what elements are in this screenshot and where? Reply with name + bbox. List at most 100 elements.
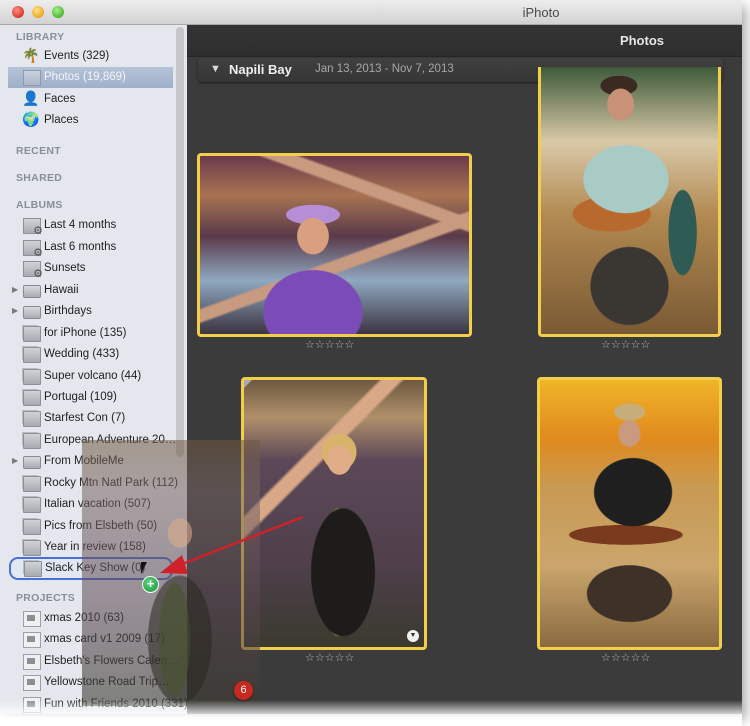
sidebar-item-label: Last 4 months (44, 219, 117, 231)
album-icon (23, 519, 41, 535)
photo-thumbnail[interactable] (538, 67, 721, 337)
sidebar-item-label: Portugal (109) (44, 391, 117, 403)
sidebar-item-label: European Adventure 20… (44, 434, 177, 446)
sidebar-item-starfest-con[interactable]: Starfest Con (7) (8, 408, 173, 429)
sidebar-item-label: Places (44, 114, 79, 126)
drag-count-badge: 6 (234, 681, 253, 700)
star-rating[interactable]: ☆☆☆☆☆ (601, 338, 650, 351)
sidebar-item-label: Wedding (433) (44, 348, 120, 360)
sidebar-item-sunsets[interactable]: Sunsets (8, 258, 173, 280)
sidebar-item-label: Slack Key Show (0) (45, 562, 146, 574)
palm-tree-icon: 🌴 (22, 47, 40, 63)
copy-plus-icon: + (142, 576, 159, 593)
bottom-fade (0, 700, 742, 726)
album-icon (23, 476, 41, 492)
smart-album-icon (23, 240, 43, 259)
sidebar-item-label: Super volcano (44) (44, 370, 142, 382)
sidebar-item-portugal[interactable]: Portugal (109) (8, 387, 173, 408)
sidebar-item-european-adventure[interactable]: European Adventure 20… (8, 430, 177, 451)
iphoto-window: iPhoto LIBRARY 🌴 Events (329) Photos (19… (0, 0, 742, 714)
section-projects: PROJECTS (16, 592, 75, 604)
album-icon (23, 369, 41, 385)
star-rating[interactable]: ☆☆☆☆☆ (305, 338, 354, 351)
sidebar-item-last-4-months[interactable]: Last 4 months (8, 215, 173, 237)
sidebar-item-label: Last 6 months (44, 241, 117, 253)
sidebar-item-year-in-review[interactable]: Year in review (158) (8, 537, 173, 558)
photo-thumbnail[interactable] (537, 377, 722, 650)
sidebar-item-elsbeths-flowers[interactable]: Elsbeth's Flowers Calen… (8, 651, 179, 672)
sidebar-item-label: From MobileMe (44, 455, 124, 467)
sidebar-item-label: Events (329) (44, 50, 110, 62)
sidebar-item-xmas-card-v1-2009[interactable]: xmas card v1 2009 (17) (8, 629, 173, 650)
smart-album-icon (23, 218, 43, 237)
star-rating[interactable]: ☆☆☆☆☆ (305, 651, 354, 664)
event-date-range: Jan 13, 2013 - Nov 7, 2013 (315, 63, 454, 75)
sidebar-item-label: Photos (19,869) (44, 71, 126, 83)
sidebar-item-from-mobileme[interactable]: ▶ From MobileMe (8, 451, 173, 472)
album-icon (24, 561, 42, 577)
photo-browser: Photos ▼ Napili Bay Jan 13, 2013 - Nov 7… (187, 25, 742, 714)
disclosure-triangle-icon[interactable]: ▶ (12, 456, 18, 465)
folder-icon (23, 456, 41, 469)
disclosure-triangle-icon[interactable]: ▶ (12, 285, 18, 294)
sidebar-item-label: Sunsets (44, 262, 86, 274)
album-icon (23, 347, 41, 363)
sidebar-item-places[interactable]: 🌍 Places (8, 110, 173, 131)
sidebar-item-last-6-months[interactable]: Last 6 months (8, 237, 173, 259)
sidebar-item-italian-vacation[interactable]: Italian vacation (507) (8, 494, 173, 515)
album-icon (23, 390, 41, 406)
star-rating[interactable]: ☆☆☆☆☆ (601, 651, 650, 664)
sidebar-item-wedding[interactable]: Wedding (433) (8, 344, 173, 365)
title-bar: iPhoto (0, 0, 742, 25)
view-title: Photos (619, 33, 664, 48)
sidebar-item-for-iphone[interactable]: for iPhone (135) (8, 323, 173, 344)
disclosure-triangle-icon[interactable]: ▶ (12, 306, 18, 315)
folder-icon (23, 306, 41, 319)
sidebar-item-label: Pics from Elsbeth (50) (44, 520, 158, 532)
sidebar-item-birthdays[interactable]: ▶ Birthdays (8, 301, 173, 322)
album-icon (23, 411, 41, 427)
sidebar-item-label: Elsbeth's Flowers Calen… (44, 655, 179, 667)
album-icon (23, 433, 41, 449)
section-library: LIBRARY (16, 31, 65, 43)
sidebar-item-label: Yellowstone Road Trip… (44, 676, 170, 688)
sidebar-item-photos[interactable]: Photos (19,869) (8, 67, 173, 88)
album-icon (23, 497, 41, 513)
annotation-arrow-icon (160, 515, 304, 574)
photo-thumbnail[interactable] (197, 153, 472, 337)
sidebar-item-faces[interactable]: 👤 Faces (8, 89, 173, 110)
sidebar-item-label: Faces (44, 93, 76, 105)
sidebar-item-rocky-mtn[interactable]: Rocky Mtn Natl Park (112) (8, 473, 178, 494)
section-albums: ALBUMS (16, 199, 63, 211)
window-title: iPhoto (522, 5, 560, 20)
section-shared[interactable]: SHARED (16, 172, 62, 184)
sidebar-item-super-volcano[interactable]: Super volcano (44) (8, 366, 173, 387)
section-recent[interactable]: RECENT (16, 145, 61, 157)
smart-album-icon (23, 261, 43, 280)
card-project-icon (23, 632, 41, 648)
source-list-sidebar: LIBRARY 🌴 Events (329) Photos (19,869) 👤… (0, 25, 187, 714)
sidebar-item-label: for iPhone (135) (44, 327, 127, 339)
card-project-icon (23, 611, 41, 627)
calendar-project-icon (23, 675, 41, 691)
sidebar-item-hawaii[interactable]: ▶ Hawaii (8, 280, 173, 301)
globe-icon: 🌍 (22, 111, 40, 127)
sidebar-item-label: Birthdays (44, 305, 92, 317)
photo-action-menu-icon[interactable]: ▼ (407, 630, 419, 642)
calendar-project-icon (23, 654, 41, 670)
sidebar-item-xmas-2010[interactable]: xmas 2010 (63) (8, 608, 173, 629)
album-icon (23, 326, 41, 342)
photos-icon (23, 70, 41, 86)
sidebar-item-pics-from-elsbeth[interactable]: Pics from Elsbeth (50) (8, 516, 173, 537)
sidebar-item-yellowstone[interactable]: Yellowstone Road Trip… (8, 672, 173, 693)
folder-icon (23, 285, 41, 298)
sidebar-item-label: Year in review (158) (44, 541, 146, 553)
sidebar-item-label: xmas card v1 2009 (17) (44, 633, 165, 645)
collapse-triangle-icon[interactable]: ▼ (210, 63, 221, 75)
sidebar-scrollbar[interactable] (176, 27, 184, 457)
sidebar-item-events[interactable]: 🌴 Events (329) (8, 46, 173, 67)
sidebar-item-label: Starfest Con (7) (44, 412, 126, 424)
mouse-pointer-icon (141, 562, 147, 574)
sidebar-item-label: Rocky Mtn Natl Park (112) (44, 477, 178, 489)
event-name: Napili Bay (229, 62, 292, 77)
